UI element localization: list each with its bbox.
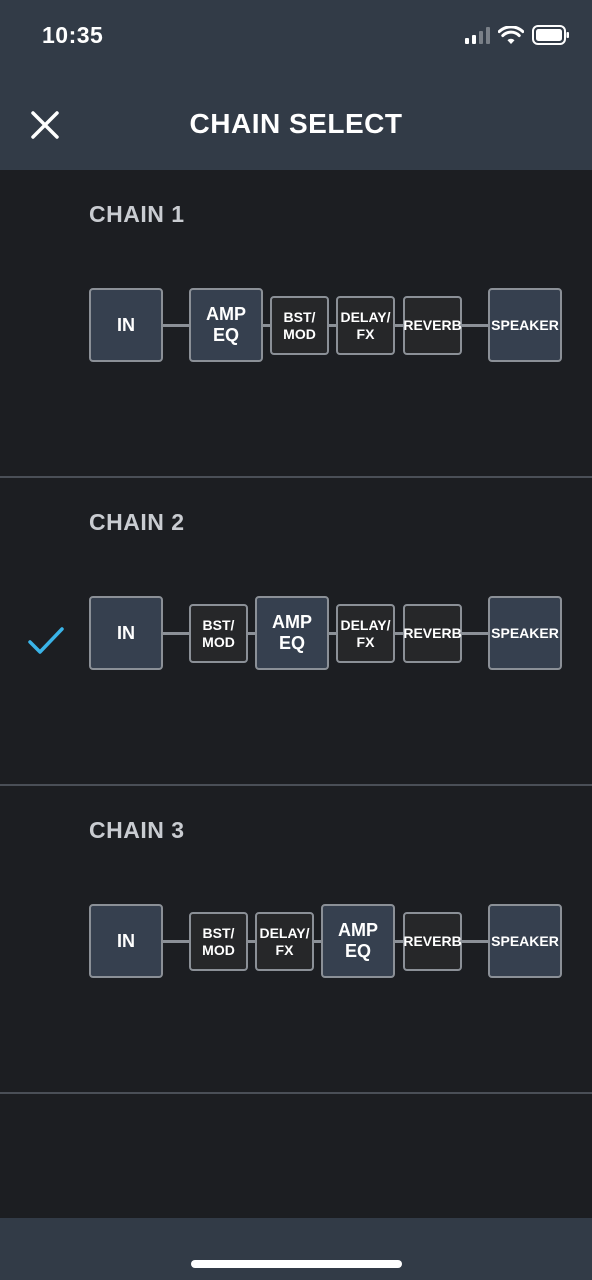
block-in[interactable]: IN: [89, 288, 163, 362]
block-delay-fx[interactable]: DELAY/ FX: [336, 296, 395, 355]
chain-option-1[interactable]: CHAIN 1 IN AMP EQ BST/ MOD DELAY/ FX REV…: [0, 170, 592, 478]
block-in[interactable]: IN: [89, 904, 163, 978]
block-delay-fx[interactable]: DELAY/ FX: [336, 604, 395, 663]
block-speaker[interactable]: SPEAKER: [488, 288, 562, 362]
checkmark-icon: [28, 627, 64, 654]
chain-title: CHAIN 2: [89, 509, 185, 535]
cellular-signal-icon: [465, 26, 490, 44]
status-icons: [465, 25, 570, 45]
block-amp-eq[interactable]: AMP EQ: [255, 596, 329, 670]
page-title: CHAIN SELECT: [189, 108, 403, 139]
battery-icon: [532, 25, 569, 45]
block-speaker[interactable]: SPEAKER: [488, 596, 562, 670]
chain-option-3[interactable]: CHAIN 3 IN BST/ MOD DELAY/ FX AMP EQ REV…: [0, 786, 592, 1094]
block-amp-eq[interactable]: AMP EQ: [189, 288, 263, 362]
block-bst-mod[interactable]: BST/ MOD: [270, 296, 329, 355]
top-area: 10:35 CHAIN SELECT: [0, 0, 592, 170]
wifi-icon: [498, 25, 524, 44]
status-time: 10:35: [42, 22, 104, 48]
chain-option-2[interactable]: CHAIN 2 IN BST/ MOD AMP EQ DELAY/ FX REV…: [0, 478, 592, 786]
block-reverb[interactable]: REVERB: [403, 296, 462, 355]
block-bst-mod[interactable]: BST/ MOD: [189, 912, 248, 971]
status-bar: 10:35: [0, 0, 592, 72]
home-indicator[interactable]: [191, 1260, 402, 1268]
bottom-bar: [0, 1218, 592, 1280]
nav-bar: CHAIN SELECT: [0, 80, 592, 170]
block-speaker[interactable]: SPEAKER: [488, 904, 562, 978]
chain-title: CHAIN 3: [89, 817, 185, 843]
chain-title: CHAIN 1: [89, 201, 185, 227]
block-reverb[interactable]: REVERB: [403, 912, 462, 971]
block-bst-mod[interactable]: BST/ MOD: [189, 604, 248, 663]
block-reverb[interactable]: REVERB: [403, 604, 462, 663]
block-in[interactable]: IN: [89, 596, 163, 670]
block-amp-eq[interactable]: AMP EQ: [321, 904, 395, 978]
block-delay-fx[interactable]: DELAY/ FX: [255, 912, 314, 971]
